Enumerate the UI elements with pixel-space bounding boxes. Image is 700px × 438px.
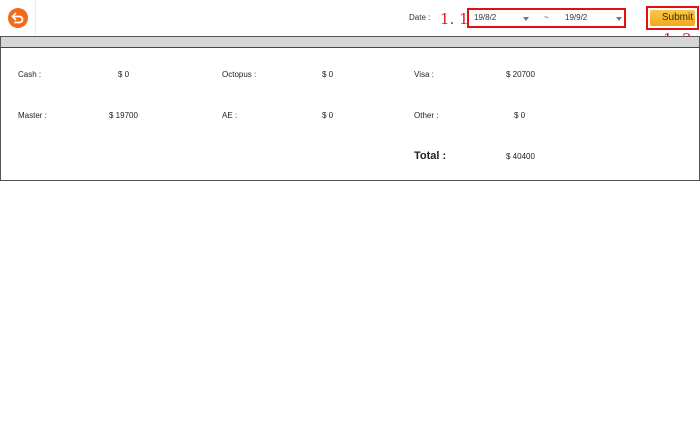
date-range-separator: ~: [544, 13, 549, 22]
date-from-value: 19/8/2: [474, 13, 497, 22]
other-value: $ 0: [514, 111, 526, 120]
chevron-down-icon[interactable]: [523, 17, 529, 21]
master-value: $ 19700: [109, 111, 138, 120]
date-range-picker: 19/8/2 ~ 19/9/2: [467, 8, 626, 28]
submit-button[interactable]: Submit: [650, 10, 695, 26]
submit-highlight: Submit: [646, 6, 699, 30]
back-button[interactable]: [0, 0, 36, 36]
annotation-label-date: 1. 1: [440, 10, 469, 28]
visa-label: Visa :: [414, 70, 434, 79]
date-to-value: 19/9/2: [565, 13, 588, 22]
other-label: Other :: [414, 111, 439, 120]
ae-label: AE :: [222, 111, 238, 120]
total-label: Total :: [414, 150, 447, 162]
total-value: $ 40400: [506, 152, 535, 161]
octopus-value: $ 0: [322, 70, 334, 79]
chevron-down-icon[interactable]: [616, 17, 622, 21]
octopus-label: Octopus :: [222, 70, 257, 79]
ae-value: $ 0: [322, 111, 334, 120]
panel-header-bar: [1, 37, 699, 48]
master-label: Master :: [18, 111, 47, 120]
back-arrow-icon: [8, 8, 28, 28]
date-label: Date :: [409, 13, 431, 22]
cash-label: Cash :: [18, 70, 42, 79]
payment-summary-panel: Cash : $ 0 Octopus : $ 0 Visa : $ 20700 …: [0, 36, 700, 181]
visa-value: $ 20700: [506, 70, 535, 79]
date-to-select[interactable]: 19/9/2: [565, 10, 623, 26]
cash-value: $ 0: [118, 70, 130, 79]
